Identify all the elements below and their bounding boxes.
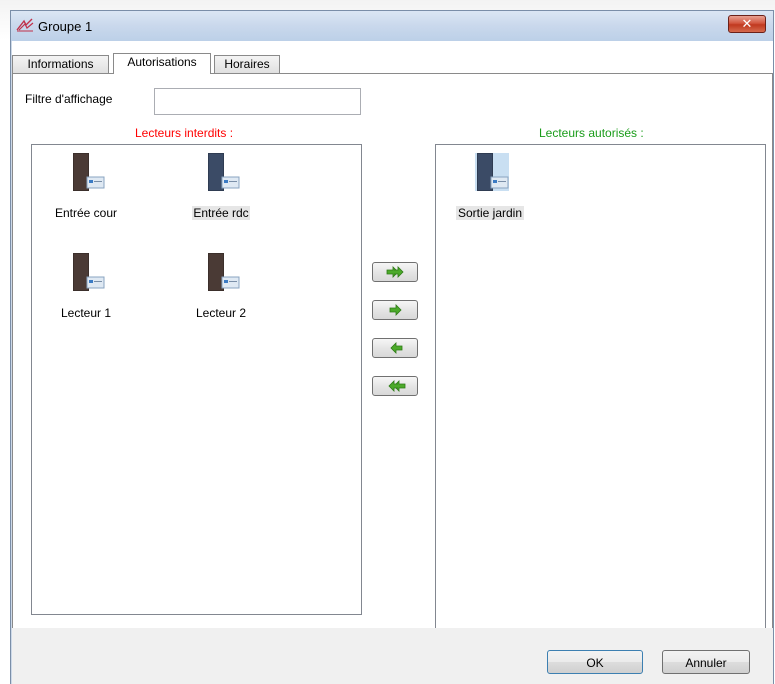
allowed-readers-caption: Lecteurs autorisés : xyxy=(539,126,644,140)
dialog-footer: OK Annuler xyxy=(12,628,773,684)
reader-item[interactable]: Entrée rdc xyxy=(171,149,271,239)
reader-label: Sortie jardin xyxy=(456,206,524,220)
reader-item[interactable]: Lecteur 2 xyxy=(171,249,271,339)
move-all-left-button[interactable] xyxy=(372,376,418,396)
filter-label: Filtre d'affichage xyxy=(25,92,113,106)
tab-horaires[interactable]: Horaires xyxy=(214,55,280,73)
double-arrow-left-icon xyxy=(388,380,406,392)
dialog-window: Groupe 1 ✕ Informations Autorisations Ho… xyxy=(10,10,774,684)
move-left-button[interactable] xyxy=(372,338,418,358)
tab-informations[interactable]: Informations xyxy=(12,55,109,73)
reader-label: Entrée rdc xyxy=(192,206,250,220)
move-all-right-button[interactable] xyxy=(372,262,418,282)
title-bar[interactable]: Groupe 1 ✕ xyxy=(11,11,773,41)
arrow-left-icon xyxy=(390,342,403,354)
denied-readers-caption: Lecteurs interdits : xyxy=(135,126,234,140)
reader-label: Entrée cour xyxy=(54,206,118,220)
card-reader-icon xyxy=(73,153,105,191)
card-reader-icon xyxy=(475,153,509,191)
allowed-readers-list[interactable]: Sortie jardin xyxy=(435,144,766,630)
arrow-right-icon xyxy=(389,304,402,316)
reader-item[interactable]: Lecteur 1 xyxy=(36,249,136,339)
reader-item[interactable]: Entrée cour xyxy=(36,149,136,239)
card-reader-icon xyxy=(73,253,105,291)
reader-item[interactable]: Sortie jardin xyxy=(440,149,540,239)
dialog-client: Informations Autorisations Horaires Filt… xyxy=(12,41,773,684)
cancel-button[interactable]: Annuler xyxy=(662,650,750,674)
denied-readers-list[interactable]: Entrée cour Entrée rdc Lecteur 1 Lecteur… xyxy=(31,144,362,615)
ok-button[interactable]: OK xyxy=(547,650,643,674)
card-reader-icon xyxy=(208,153,240,191)
close-button[interactable]: ✕ xyxy=(728,15,766,33)
autorisations-panel: Filtre d'affichage Lecteurs interdits : … xyxy=(12,73,773,630)
double-arrow-right-icon xyxy=(386,266,404,278)
card-reader-icon xyxy=(208,253,240,291)
reader-label: Lecteur 1 xyxy=(60,306,112,320)
window-title: Groupe 1 xyxy=(38,19,93,34)
move-right-button[interactable] xyxy=(372,300,418,320)
filter-input[interactable] xyxy=(154,88,361,115)
tab-autorisations[interactable]: Autorisations xyxy=(113,53,211,74)
reader-label: Lecteur 2 xyxy=(195,306,247,320)
group-app-icon xyxy=(16,18,34,32)
